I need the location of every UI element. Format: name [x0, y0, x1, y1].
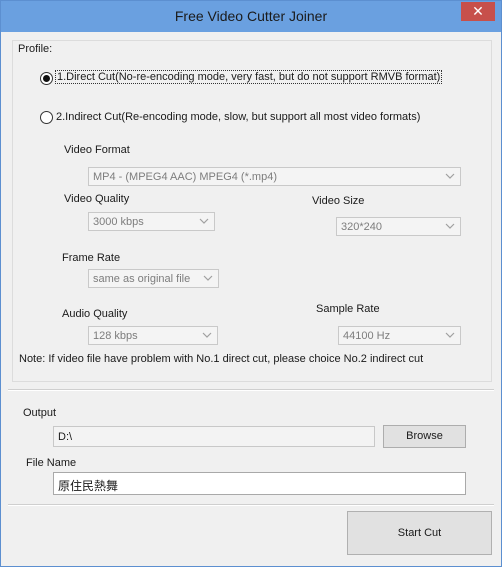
output-path-value: D:\ [58, 431, 73, 443]
file-name-field[interactable]: 原住民熱舞 [53, 472, 466, 495]
video-size-label: Video Size [312, 195, 365, 207]
sample-rate-value: 44100 Hz [343, 330, 391, 342]
direct-cut-label[interactable]: 1.Direct Cut(No-re-encoding mode, very f… [55, 70, 443, 84]
video-size-value: 320*240 [341, 221, 382, 233]
audio-quality-value: 128 kbps [93, 330, 138, 342]
file-name-value: 原住民熱舞 [58, 479, 119, 493]
frame-rate-label: Frame Rate [62, 252, 121, 264]
frame-rate-select[interactable]: same as original file [88, 269, 219, 288]
video-size-select[interactable]: 320*240 [336, 217, 461, 236]
app-window: Free Video Cutter Joiner ✕ Profile: 1.Di… [0, 0, 502, 567]
video-quality-select[interactable]: 3000 kbps [88, 212, 215, 231]
browse-button[interactable]: Browse [383, 425, 466, 448]
chevron-down-icon [202, 332, 212, 338]
indirect-cut-label[interactable]: 2.Indirect Cut(Re-encoding mode, slow, b… [56, 111, 420, 123]
note-text: Note: If video file have problem with No… [19, 353, 424, 365]
chevron-down-icon [445, 173, 455, 179]
chevron-down-icon [445, 223, 455, 229]
audio-quality-select[interactable]: 128 kbps [88, 326, 218, 345]
close-button[interactable]: ✕ [461, 2, 495, 21]
chevron-down-icon [203, 275, 213, 281]
start-cut-button[interactable]: Start Cut [347, 511, 492, 555]
video-format-value: MP4 - (MPEG4 AAC) MPEG4 (*.mp4) [93, 171, 277, 183]
sample-rate-select[interactable]: 44100 Hz [338, 326, 461, 345]
output-label: Output [23, 407, 57, 419]
window-title: Free Video Cutter Joiner [174, 8, 328, 24]
frame-rate-value: same as original file [93, 273, 191, 285]
video-quality-label: Video Quality [64, 193, 130, 205]
section-divider [8, 389, 494, 391]
sample-rate-label: Sample Rate [316, 303, 380, 315]
direct-cut-radio[interactable] [40, 72, 53, 85]
chevron-down-icon [445, 332, 455, 338]
close-icon: ✕ [472, 3, 484, 19]
indirect-cut-radio[interactable] [40, 111, 53, 124]
client-area: Profile: 1.Direct Cut(No-re-encoding mod… [8, 32, 494, 559]
file-name-label: File Name [26, 457, 77, 469]
video-quality-value: 3000 kbps [93, 216, 144, 228]
chevron-down-icon [199, 218, 209, 224]
profile-label: Profile: [18, 43, 53, 55]
audio-quality-label: Audio Quality [62, 308, 128, 320]
title-bar[interactable]: Free Video Cutter Joiner ✕ [1, 1, 501, 32]
video-format-label: Video Format [64, 144, 130, 156]
bottom-divider [8, 504, 494, 506]
output-path-field[interactable]: D:\ [53, 426, 375, 447]
video-format-select[interactable]: MP4 - (MPEG4 AAC) MPEG4 (*.mp4) [88, 167, 461, 186]
